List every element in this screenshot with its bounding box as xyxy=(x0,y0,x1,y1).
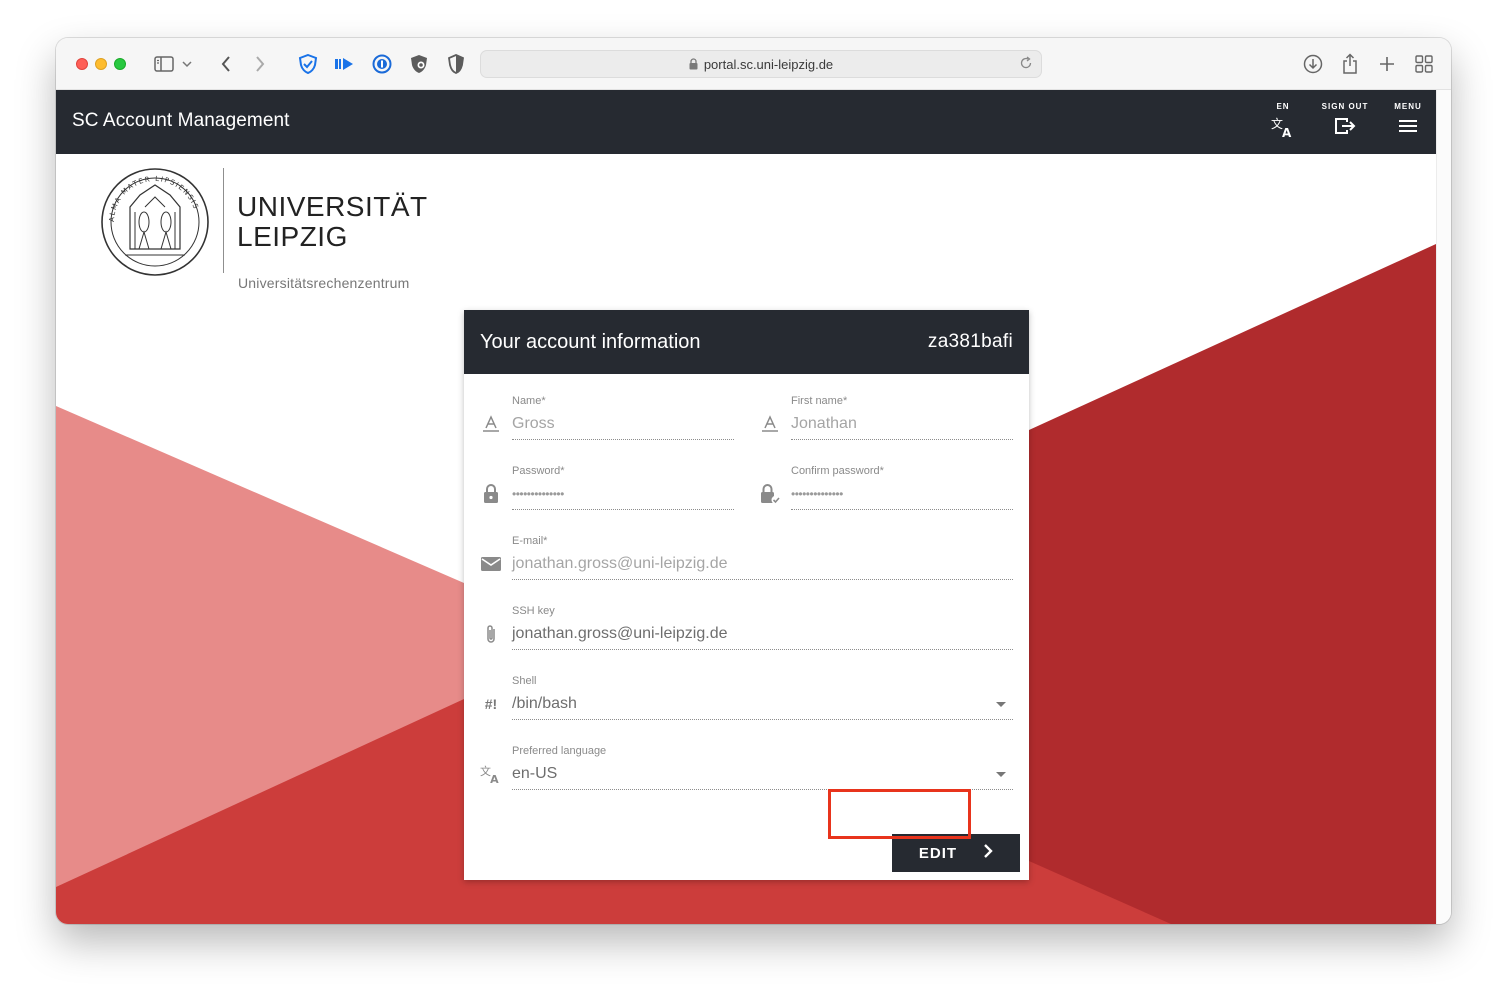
back-icon[interactable] xyxy=(214,52,238,76)
chevron-down-icon[interactable] xyxy=(180,52,194,76)
download-icon[interactable] xyxy=(1301,52,1325,76)
paperclip-icon xyxy=(480,623,502,645)
scrollbar-track[interactable] xyxy=(1436,90,1451,924)
sign-out-button[interactable]: SIGN OUT xyxy=(1317,102,1373,146)
university-name: UNIVERSITÄT LEIPZIG xyxy=(237,192,428,252)
menu-button[interactable]: MENU xyxy=(1380,102,1436,146)
mail-icon xyxy=(480,553,502,575)
hamburger-icon xyxy=(1380,116,1436,136)
app-title: SC Account Management xyxy=(72,110,290,131)
password-label: Password* xyxy=(512,465,565,477)
sign-out-label: SIGN OUT xyxy=(1321,102,1369,111)
lock-icon xyxy=(689,58,698,70)
url-text: portal.sc.uni-leipzig.de xyxy=(703,56,834,72)
ssh-key-underline xyxy=(512,649,1013,650)
language-label: EN xyxy=(1276,102,1290,111)
card-header: Your account information za381bafi xyxy=(464,310,1029,374)
card-title: Your account information xyxy=(480,330,701,353)
password-value[interactable]: •••••••••••••• xyxy=(512,483,564,505)
share-icon[interactable] xyxy=(1338,52,1362,76)
university-name-line1: UNIVERSITÄT xyxy=(237,191,428,222)
language-select-label: Preferred language xyxy=(512,745,607,757)
university-name-line2: LEIPZIG xyxy=(237,221,348,252)
lock-check-icon xyxy=(759,483,781,505)
ssh-key-label: SSH key xyxy=(512,605,555,617)
privacy-shield-icon[interactable] xyxy=(407,52,431,76)
shell-label: Shell xyxy=(512,675,537,687)
name-underline xyxy=(512,439,734,440)
shell-value[interactable]: /bin/bash xyxy=(512,693,577,715)
browser-window: portal.sc.uni-leipzig.de SC Account Mana… xyxy=(56,38,1451,924)
text-format-icon xyxy=(759,413,781,435)
edit-label: EDIT xyxy=(918,844,958,862)
lock-icon xyxy=(480,483,502,505)
new-tab-icon[interactable] xyxy=(1375,52,1399,76)
first-name-label: First name* xyxy=(791,395,848,407)
confirm-password-value[interactable]: •••••••••••••• xyxy=(791,483,843,505)
sidebar-icon[interactable] xyxy=(152,52,176,76)
browser-toolbar: portal.sc.uni-leipzig.de xyxy=(56,38,1451,90)
shell-underline xyxy=(512,719,1013,720)
media-icon[interactable] xyxy=(332,52,356,76)
university-department: Universitätsrechenzentrum xyxy=(238,275,410,291)
svg-text:A: A xyxy=(1282,126,1292,138)
university-seal: ALMA MATER LIPSIENSIS xyxy=(100,167,210,282)
email-underline xyxy=(512,579,1013,580)
name-value[interactable]: Gross xyxy=(512,413,555,435)
dropdown-arrow-icon[interactable] xyxy=(996,702,1006,707)
page-content: ALMA MATER LIPSIENSIS UNIVERSITÄT LEIPZI… xyxy=(56,154,1436,924)
zoom-window-button[interactable] xyxy=(114,58,126,70)
password-underline xyxy=(512,509,734,510)
account-username: za381bafi xyxy=(927,331,1013,352)
language-value[interactable]: en-US xyxy=(512,763,557,785)
close-window-button[interactable] xyxy=(76,58,88,70)
email-value[interactable]: jonathan.gross@uni-leipzig.de xyxy=(512,553,727,575)
dropdown-arrow-icon[interactable] xyxy=(996,772,1006,777)
confirm-password-underline xyxy=(791,509,1013,510)
translate-icon: 文A xyxy=(1255,116,1311,138)
forward-icon[interactable] xyxy=(248,52,272,76)
edit-button-highlight xyxy=(828,789,971,839)
reload-icon[interactable] xyxy=(1019,56,1033,73)
logo-divider xyxy=(223,168,224,273)
translate-icon: 文A xyxy=(480,763,502,785)
ssh-key-value[interactable]: jonathan.gross@uni-leipzig.de xyxy=(512,623,727,645)
shield-check-icon[interactable] xyxy=(296,52,320,76)
address-bar[interactable]: portal.sc.uni-leipzig.de xyxy=(480,50,1042,78)
language-button[interactable]: EN 文A xyxy=(1255,102,1311,146)
first-name-value[interactable]: Jonathan xyxy=(791,413,857,435)
tab-overview-icon[interactable] xyxy=(1412,52,1436,76)
password-manager-icon[interactable] xyxy=(370,52,394,76)
text-format-icon xyxy=(480,413,502,435)
confirm-password-label: Confirm password* xyxy=(791,465,884,477)
svg-text:A: A xyxy=(490,773,499,785)
name-label: Name* xyxy=(512,395,546,407)
sign-out-icon xyxy=(1317,116,1373,136)
edit-button[interactable]: EDIT xyxy=(892,834,1020,872)
menu-label: MENU xyxy=(1394,102,1422,111)
email-label: E-mail* xyxy=(512,535,548,547)
first-name-underline xyxy=(791,439,1013,440)
contrast-shield-icon[interactable] xyxy=(444,52,468,76)
minimize-window-button[interactable] xyxy=(95,58,107,70)
chevron-right-icon xyxy=(983,844,993,862)
app-header: SC Account Management EN 文A SIGN OUT MEN… xyxy=(56,90,1436,154)
shebang-icon: #! xyxy=(484,696,498,712)
